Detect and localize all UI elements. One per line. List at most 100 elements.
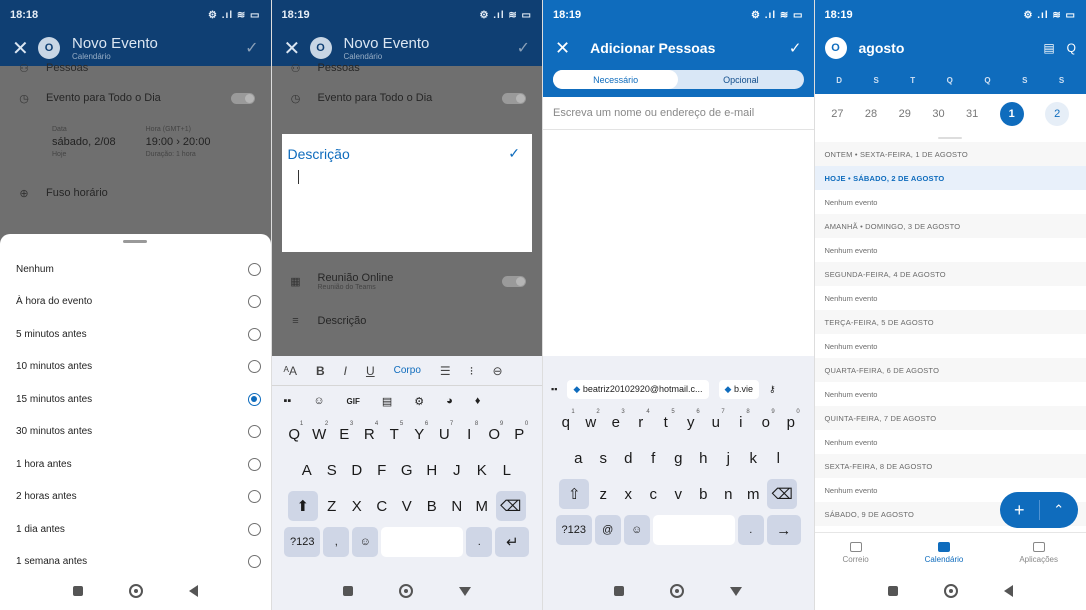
hour-field[interactable]: Hora (GMT+1) 19:00 › 20:00 Duração: 1 ho… xyxy=(146,126,211,176)
reminder-option[interactable]: À hora do evento xyxy=(0,286,271,319)
radio-button[interactable] xyxy=(247,262,261,276)
shift-key[interactable]: ⬆ xyxy=(287,491,318,521)
link-icon[interactable]: ⊖ xyxy=(492,364,502,378)
settings-icon[interactable]: ⚙ xyxy=(414,395,424,408)
apps-grid-icon[interactable]: ▪▪ xyxy=(551,384,557,394)
agenda-empty-item[interactable]: Nenhum evento xyxy=(815,286,1086,310)
timezone-row[interactable]: ⊕ Fuso horário xyxy=(0,176,271,210)
enter-key[interactable]: ↵ xyxy=(495,527,530,557)
gif-button[interactable]: GIF xyxy=(347,397,360,406)
key-z[interactable]: Z xyxy=(321,491,343,521)
mic-icon[interactable]: ♦ xyxy=(475,395,481,407)
key-p[interactable]: P0 xyxy=(508,419,530,449)
reminder-option[interactable]: 30 minutos antes xyxy=(0,416,271,449)
emoji-key[interactable]: ☺ xyxy=(623,515,650,545)
key-n[interactable]: n xyxy=(717,479,739,509)
description-row[interactable]: ≡ Descrição xyxy=(272,306,543,336)
key-e[interactable]: E3 xyxy=(333,419,355,449)
month-title[interactable]: agosto xyxy=(859,40,1032,56)
radio-button[interactable] xyxy=(247,457,261,471)
radio-button[interactable] xyxy=(247,392,261,406)
key-h[interactable]: h xyxy=(692,443,714,473)
text-style-select[interactable]: Corpo xyxy=(394,365,421,376)
back-icon[interactable] xyxy=(188,585,198,597)
recents-icon[interactable] xyxy=(887,586,898,596)
hide-keyboard-icon[interactable] xyxy=(730,586,743,596)
sheet-handle[interactable] xyxy=(123,240,148,243)
key-a[interactable]: A xyxy=(296,455,318,485)
reminder-option[interactable]: 1 dia antes xyxy=(0,513,271,546)
numbers-key[interactable]: ?123 xyxy=(284,527,321,557)
clipboard-icon[interactable]: ▤ xyxy=(382,395,392,408)
agenda-empty-item[interactable]: Nenhum evento xyxy=(815,382,1086,406)
close-icon[interactable]: ✕ xyxy=(12,36,29,61)
backspace-key[interactable]: ⌫ xyxy=(495,491,526,521)
reminder-option[interactable]: 2 horas antes xyxy=(0,481,271,514)
key-r[interactable]: r4 xyxy=(630,407,652,437)
key-m[interactable]: m xyxy=(742,479,764,509)
agenda-empty-item[interactable]: Nenhum evento xyxy=(815,334,1086,358)
key-x[interactable]: X xyxy=(346,491,368,521)
key-r[interactable]: R4 xyxy=(358,419,380,449)
key-p[interactable]: p0 xyxy=(780,407,802,437)
check-icon[interactable]: ✓ xyxy=(245,38,258,58)
numbered-list-icon[interactable]: ⁝ xyxy=(470,364,474,378)
key-s[interactable]: s xyxy=(592,443,614,473)
key-l[interactable]: L xyxy=(496,455,518,485)
key-j[interactable]: j xyxy=(717,443,739,473)
agenda-empty-item[interactable]: Nenhum evento xyxy=(815,430,1086,454)
key-o[interactable]: o9 xyxy=(755,407,777,437)
day-cell[interactable]: 31 xyxy=(966,108,978,120)
people-search-input[interactable]: Escreva um nome ou endereço de e-mail xyxy=(543,97,814,130)
key-v[interactable]: v xyxy=(667,479,689,509)
reminder-option[interactable]: Nenhum xyxy=(0,253,271,286)
key-j[interactable]: J xyxy=(446,455,468,485)
key-v[interactable]: V xyxy=(396,491,418,521)
radio-button[interactable] xyxy=(247,295,261,309)
suggestion-chip-second[interactable]: ◆ b.vie xyxy=(718,379,759,399)
chevron-up-icon[interactable]: ⌃ xyxy=(1040,502,1079,518)
key-k[interactable]: K xyxy=(471,455,493,485)
period-key[interactable]: . xyxy=(737,515,764,545)
day-cell[interactable]: 30 xyxy=(932,108,944,120)
key-c[interactable]: c xyxy=(642,479,664,509)
apps-grid-icon[interactable]: ▪▪ xyxy=(284,395,292,407)
radio-button[interactable] xyxy=(247,360,261,374)
font-size-icon[interactable]: ᴬA xyxy=(284,364,297,378)
allday-row[interactable]: ◷ Evento para Todo o Dia xyxy=(0,76,271,120)
confirm-check-icon[interactable]: ✓ xyxy=(508,145,520,162)
search-icon[interactable]: Q xyxy=(1067,41,1076,55)
people-row[interactable]: ⚇ Pessoas xyxy=(0,60,271,76)
reminder-option[interactable]: 1 hora antes xyxy=(0,448,271,481)
italic-icon[interactable]: I xyxy=(344,364,347,378)
key-g[interactable]: G xyxy=(396,455,418,485)
date-field[interactable]: Data sábado, 2/08 Hoje xyxy=(52,126,116,176)
key-y[interactable]: Y6 xyxy=(408,419,430,449)
key-w[interactable]: W2 xyxy=(308,419,330,449)
close-icon[interactable]: ✕ xyxy=(555,38,570,59)
key-u[interactable]: u7 xyxy=(705,407,727,437)
key-e[interactable]: e3 xyxy=(605,407,627,437)
day-cell[interactable]: 29 xyxy=(899,108,911,120)
key-m[interactable]: M xyxy=(471,491,493,521)
key-z[interactable]: z xyxy=(592,479,614,509)
key-h[interactable]: H xyxy=(421,455,443,485)
key-b[interactable]: B xyxy=(421,491,443,521)
key-q[interactable]: Q1 xyxy=(283,419,305,449)
key-g[interactable]: g xyxy=(667,443,689,473)
radio-button[interactable] xyxy=(247,555,261,569)
recents-icon[interactable] xyxy=(614,586,625,596)
recents-icon[interactable] xyxy=(72,586,83,596)
tab-mail[interactable]: Correio xyxy=(842,541,869,564)
allday-toggle[interactable] xyxy=(230,92,255,104)
sticker-icon[interactable]: ☺ xyxy=(313,395,324,407)
day-cell[interactable]: 2 xyxy=(1045,102,1070,126)
check-icon[interactable]: ✓ xyxy=(517,38,530,58)
key-t[interactable]: t5 xyxy=(655,407,677,437)
bullet-list-icon[interactable]: ☰ xyxy=(440,364,451,378)
radio-button[interactable] xyxy=(247,522,261,536)
day-cell[interactable]: 27 xyxy=(831,108,843,120)
allday-row[interactable]: ◷ Evento para Todo o Dia xyxy=(272,76,543,120)
recents-icon[interactable] xyxy=(342,586,353,596)
home-icon[interactable] xyxy=(398,584,413,598)
